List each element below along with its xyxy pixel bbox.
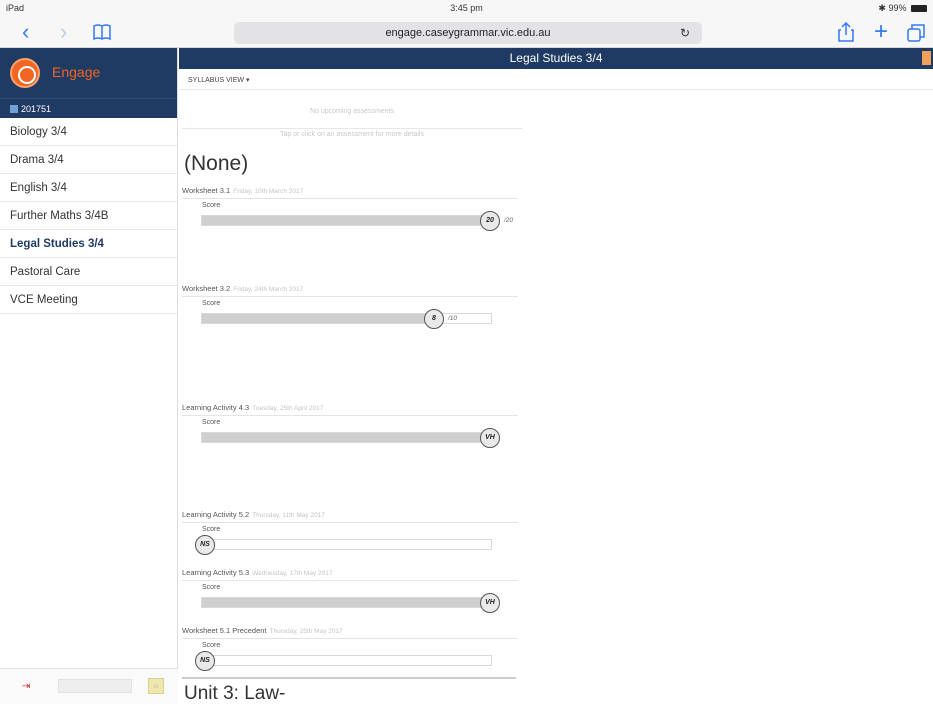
assessment-item[interactable]: Learning Activity 4.3 Tuesday, 25th April… [182, 403, 522, 448]
assessment-item[interactable]: Learning Activity 5.3 Wednesday, 17th May… [182, 568, 522, 613]
syllabus-view-dropdown[interactable]: SYLLABUS VIEW ▾ [188, 76, 249, 84]
tap-hint-text: Tap or click on an assessment for more d… [280, 131, 424, 138]
browser-toolbar: ‹ › engage.caseygrammar.vic.edu.au ↻ + [0, 18, 933, 48]
assessment-date: Thursday, 11th May 2017 [252, 512, 325, 519]
collapse-icon [10, 105, 18, 113]
none-heading: (None) [184, 152, 249, 175]
sidebar-footer: ⇥ ☼ [0, 668, 178, 704]
sidebar: Engage 201751 Biology 3/4 Drama 3/4 Engl… [0, 48, 178, 704]
assessment-title-row: Worksheet 5.1 Precedent Thursday, 25th Ma… [182, 626, 518, 639]
battery-icon [911, 5, 927, 13]
score-label: Score [202, 584, 221, 591]
assessment-date: Friday, 24th March 2017 [233, 286, 304, 293]
engage-logo-icon [10, 58, 40, 88]
divider [179, 89, 933, 90]
assessment-title: Worksheet 3.2 [182, 284, 231, 293]
score-badge: NS [195, 535, 215, 555]
corner-tab-icon[interactable] [922, 51, 931, 65]
score-bar-fill [202, 598, 491, 607]
score-bar-fill [202, 314, 434, 323]
score-label: Score [202, 526, 221, 533]
assessment-title-row: Worksheet 3.1 Friday, 10th March 2017 [182, 186, 518, 199]
page-title: Legal Studies 3/4 [509, 51, 603, 65]
assessment-item[interactable]: Learning Activity 5.2 Thursday, 11th May … [182, 510, 522, 555]
brand-header[interactable]: Engage [0, 48, 177, 98]
sidebar-item-pastoral-care[interactable]: Pastoral Care [0, 258, 177, 286]
unit-heading: Unit 3: Law- [184, 683, 286, 704]
score-bar: 8 /10 [201, 309, 492, 329]
score-out-of: /10 [448, 315, 458, 322]
score-label: Score [202, 300, 221, 307]
sidebar-item-biology[interactable]: Biology 3/4 [0, 118, 177, 146]
unit-divider [182, 677, 516, 679]
assessment-title: Learning Activity 5.2 [182, 510, 250, 519]
no-upcoming-text: No upcoming assessments [309, 108, 395, 115]
sidebar-item-english[interactable]: English 3/4 [0, 174, 177, 202]
assessment-item[interactable]: Worksheet 3.2 Friday, 24th March 2017 Sco… [182, 284, 522, 329]
score-bar: VH [201, 593, 500, 613]
bookmarks-icon[interactable] [92, 22, 112, 46]
status-bar: iPad 3:45 pm ✱ 99% [0, 0, 933, 18]
assessment-date: Friday, 10th March 2017 [233, 188, 304, 195]
forward-icon[interactable]: › [60, 20, 67, 44]
sidebar-item-drama[interactable]: Drama 3/4 [0, 146, 177, 174]
score-label: Score [202, 419, 221, 426]
assessment-date: Tuesday, 25th April 2017 [252, 405, 324, 412]
divider [182, 128, 522, 129]
score-label: Score [202, 642, 221, 649]
footer-settings-icon[interactable]: ☼ [148, 678, 164, 694]
score-bar: NS [195, 651, 492, 671]
assessment-title-row: Worksheet 3.2 Friday, 24th March 2017 [182, 284, 518, 297]
assessment-title-row: Learning Activity 4.3 Tuesday, 25th April… [182, 403, 518, 416]
score-badge: 20 [480, 211, 500, 231]
year-label: 201751 [21, 104, 52, 114]
assessment-date: Wednesday, 17th May 2017 [252, 570, 333, 577]
share-icon[interactable] [838, 21, 854, 47]
score-out-of: /20 [504, 217, 514, 224]
page-title-bar: Legal Studies 3/4 [179, 48, 933, 69]
brand-name: Engage [52, 64, 101, 80]
sidebar-item-vce-meeting[interactable]: VCE Meeting [0, 286, 177, 314]
score-badge: VH [480, 593, 500, 613]
score-bar: NS [195, 535, 492, 555]
assessment-item[interactable]: Worksheet 5.1 Precedent Thursday, 25th Ma… [182, 626, 522, 671]
address-bar[interactable]: engage.caseygrammar.vic.edu.au ↻ [234, 22, 702, 44]
clock: 3:45 pm [450, 3, 483, 13]
score-bar: 20 /20 [201, 211, 513, 231]
footer-search-field[interactable] [58, 679, 132, 693]
assessment-title: Worksheet 5.1 Precedent [182, 626, 267, 635]
score-badge: VH [480, 428, 500, 448]
score-bar: VH [201, 428, 500, 448]
assessment-title: Worksheet 3.1 [182, 186, 231, 195]
reload-icon[interactable]: ↻ [680, 22, 690, 44]
assessment-item[interactable]: Worksheet 3.1 Friday, 10th March 2017 Sco… [182, 186, 522, 231]
score-label: Score [202, 202, 221, 209]
book-icon-svg [93, 24, 111, 41]
new-tab-icon[interactable]: + [874, 20, 888, 44]
sidebar-item-legal-studies[interactable]: Legal Studies 3/4 [0, 230, 177, 258]
assessment-title: Learning Activity 5.3 [182, 568, 250, 577]
url-text: engage.caseygrammar.vic.edu.au [385, 27, 551, 39]
score-badge: 8 [424, 309, 444, 329]
score-badge: NS [195, 651, 215, 671]
battery-indicator: ✱ 99% [878, 3, 927, 14]
logout-icon[interactable]: ⇥ [22, 681, 30, 692]
sidebar-item-further-maths[interactable]: Further Maths 3/4B [0, 202, 177, 230]
back-icon[interactable]: ‹ [22, 20, 29, 44]
assessment-date: Thursday, 25th May 2017 [269, 628, 343, 635]
score-bar-fill [202, 433, 491, 442]
battery-percent: 99% [888, 3, 907, 13]
assessment-title-row: Learning Activity 5.3 Wednesday, 17th May… [182, 568, 518, 581]
year-selector[interactable]: 201751 [0, 98, 177, 118]
score-bar-fill [202, 216, 491, 225]
assessment-title-row: Learning Activity 5.2 Thursday, 11th May … [182, 510, 518, 523]
assessment-title: Learning Activity 4.3 [182, 403, 250, 412]
tabs-icon[interactable] [907, 23, 925, 47]
bluetooth-icon: ✱ [878, 3, 886, 13]
